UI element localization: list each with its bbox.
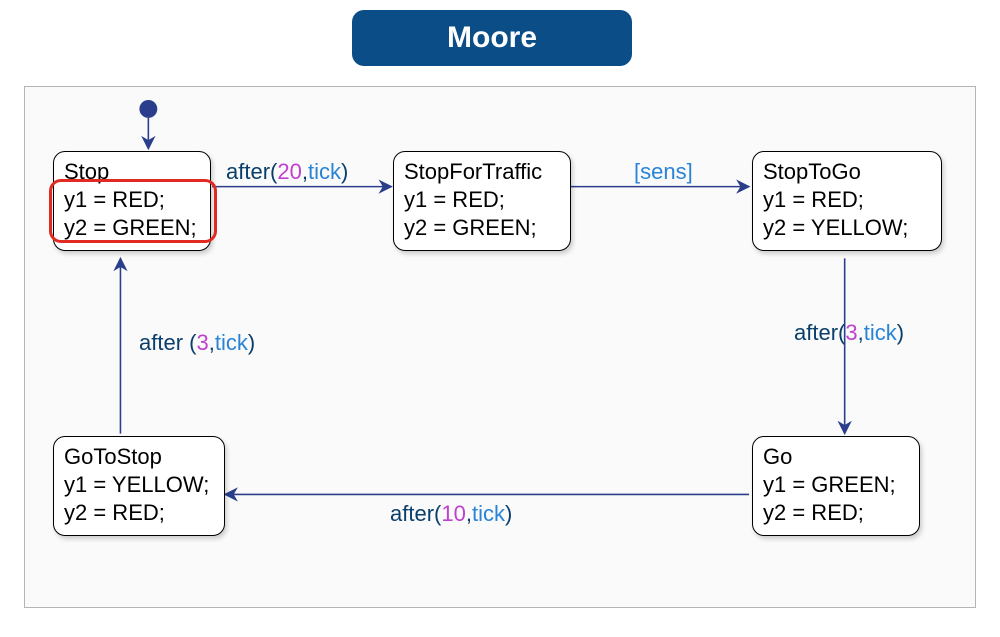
state-gotostop: GoToStop y1 = YELLOW; y2 = RED; [53,436,225,536]
state-output-line: y1 = YELLOW; [64,471,214,499]
state-name: GoToStop [64,443,214,471]
state-name: Go [763,443,909,471]
state-stopfortraffic: StopForTraffic y1 = RED; y2 = GREEN; [393,151,571,251]
transition-label-stoptogo-to-go: after(3,tick) [794,320,904,346]
state-stoptogo: StopToGo y1 = RED; y2 = YELLOW; [752,151,942,251]
state-go: Go y1 = GREEN; y2 = RED; [752,436,920,536]
state-output-line: y2 = RED; [763,499,909,527]
state-output-line: y1 = RED; [763,186,931,214]
state-name: Stop [64,158,200,186]
state-chart-canvas: Stop y1 = RED; y2 = GREEN; StopForTraffi… [24,86,976,608]
state-stop: Stop y1 = RED; y2 = GREEN; [53,151,211,251]
state-output-line: y1 = GREEN; [763,471,909,499]
diagram-title: Moore [447,21,537,55]
state-output-line: y2 = RED; [64,499,214,527]
state-name: StopForTraffic [404,158,560,186]
transition-label-stop-to-sft: after(20,tick) [226,159,348,185]
state-output-line: y2 = GREEN; [404,214,560,242]
transition-label-sft-to-stoptogo: [sens] [634,159,693,185]
transition-label-go-to-gotostop: after(10,tick) [390,501,512,527]
state-output-line: y2 = GREEN; [64,214,200,242]
state-name: StopToGo [763,158,931,186]
diagram-title-pill: Moore [352,10,632,66]
transition-label-gotostop-to-stop: after (3,tick) [139,330,255,356]
state-output-line: y1 = RED; [64,186,200,214]
state-output-line: y1 = RED; [404,186,560,214]
state-output-line: y2 = YELLOW; [763,214,931,242]
initial-state-dot [139,100,157,118]
